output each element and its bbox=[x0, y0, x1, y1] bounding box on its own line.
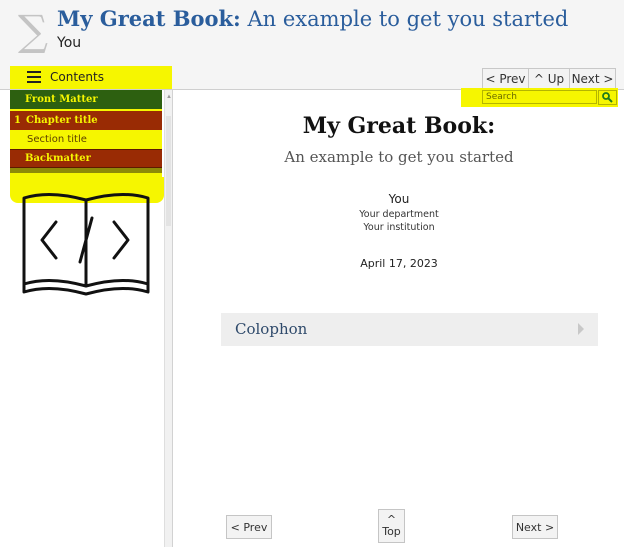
page-subtitle: An example to get you started bbox=[284, 148, 514, 166]
colophon-section[interactable]: Colophon bbox=[221, 313, 598, 346]
toc-toggle-label: Contents bbox=[50, 70, 104, 84]
heading-title[interactable]: My Great Book: bbox=[57, 6, 241, 31]
top-navigation: < Prev ^ Up Next > bbox=[482, 68, 616, 89]
author-name: You bbox=[388, 192, 410, 206]
toc-item-label: Section title bbox=[27, 134, 87, 145]
toc-item-label: Chapter title bbox=[26, 115, 98, 126]
table-of-contents: Front Matter 1 Chapter title Section tit… bbox=[10, 90, 162, 177]
toc-item-label: Front Matter bbox=[25, 94, 98, 105]
toc-item-front-matter[interactable]: Front Matter bbox=[10, 90, 162, 109]
open-book-code-icon bbox=[22, 193, 150, 296]
up-button[interactable]: ^ Up bbox=[528, 68, 570, 89]
toc-item-chapter[interactable]: 1 Chapter title bbox=[10, 111, 162, 130]
toc-divider bbox=[10, 173, 162, 177]
scroll-up-arrow-icon[interactable]: ▲ bbox=[166, 94, 172, 100]
toc-item-backmatter[interactable]: Backmatter bbox=[10, 149, 162, 168]
top-button[interactable]: ^ Top bbox=[378, 509, 405, 543]
author-institution: Your institution bbox=[363, 222, 435, 233]
masthead: ∑ My Great Book: An example to get you s… bbox=[0, 0, 624, 66]
next-button[interactable]: Next > bbox=[569, 68, 616, 89]
scroll-thumb[interactable] bbox=[166, 116, 171, 226]
toolbar: Contents < Prev ^ Up Next > bbox=[0, 66, 624, 90]
next-button-bottom[interactable]: Next > bbox=[512, 515, 558, 539]
page-title: My Great Book: bbox=[302, 113, 496, 139]
hamburger-icon bbox=[27, 71, 41, 83]
author-department: Your department bbox=[359, 209, 439, 220]
heading-author: You bbox=[57, 35, 82, 51]
top-button-label: Top bbox=[382, 525, 401, 538]
toc-item-label: Backmatter bbox=[25, 153, 91, 164]
book-heading[interactable]: My Great Book: An example to get you sta… bbox=[57, 6, 568, 31]
main-content: My Great Book: An example to get you sta… bbox=[174, 91, 624, 547]
publication-date: April 17, 2023 bbox=[360, 257, 438, 270]
prev-button[interactable]: < Prev bbox=[482, 68, 529, 89]
sidebar-scrollbar[interactable]: ▲ bbox=[164, 90, 173, 547]
colophon-label: Colophon bbox=[235, 320, 308, 338]
expand-arrow-icon bbox=[578, 323, 584, 335]
sigma-logo[interactable]: ∑ bbox=[18, 6, 48, 56]
toc-item-number: 1 bbox=[14, 115, 21, 126]
toc-toggle-button[interactable]: Contents bbox=[10, 66, 172, 89]
heading-subtitle[interactable]: An example to get you started bbox=[248, 7, 569, 31]
prev-button-bottom[interactable]: < Prev bbox=[226, 515, 272, 539]
toc-item-section[interactable]: Section title bbox=[10, 130, 162, 149]
